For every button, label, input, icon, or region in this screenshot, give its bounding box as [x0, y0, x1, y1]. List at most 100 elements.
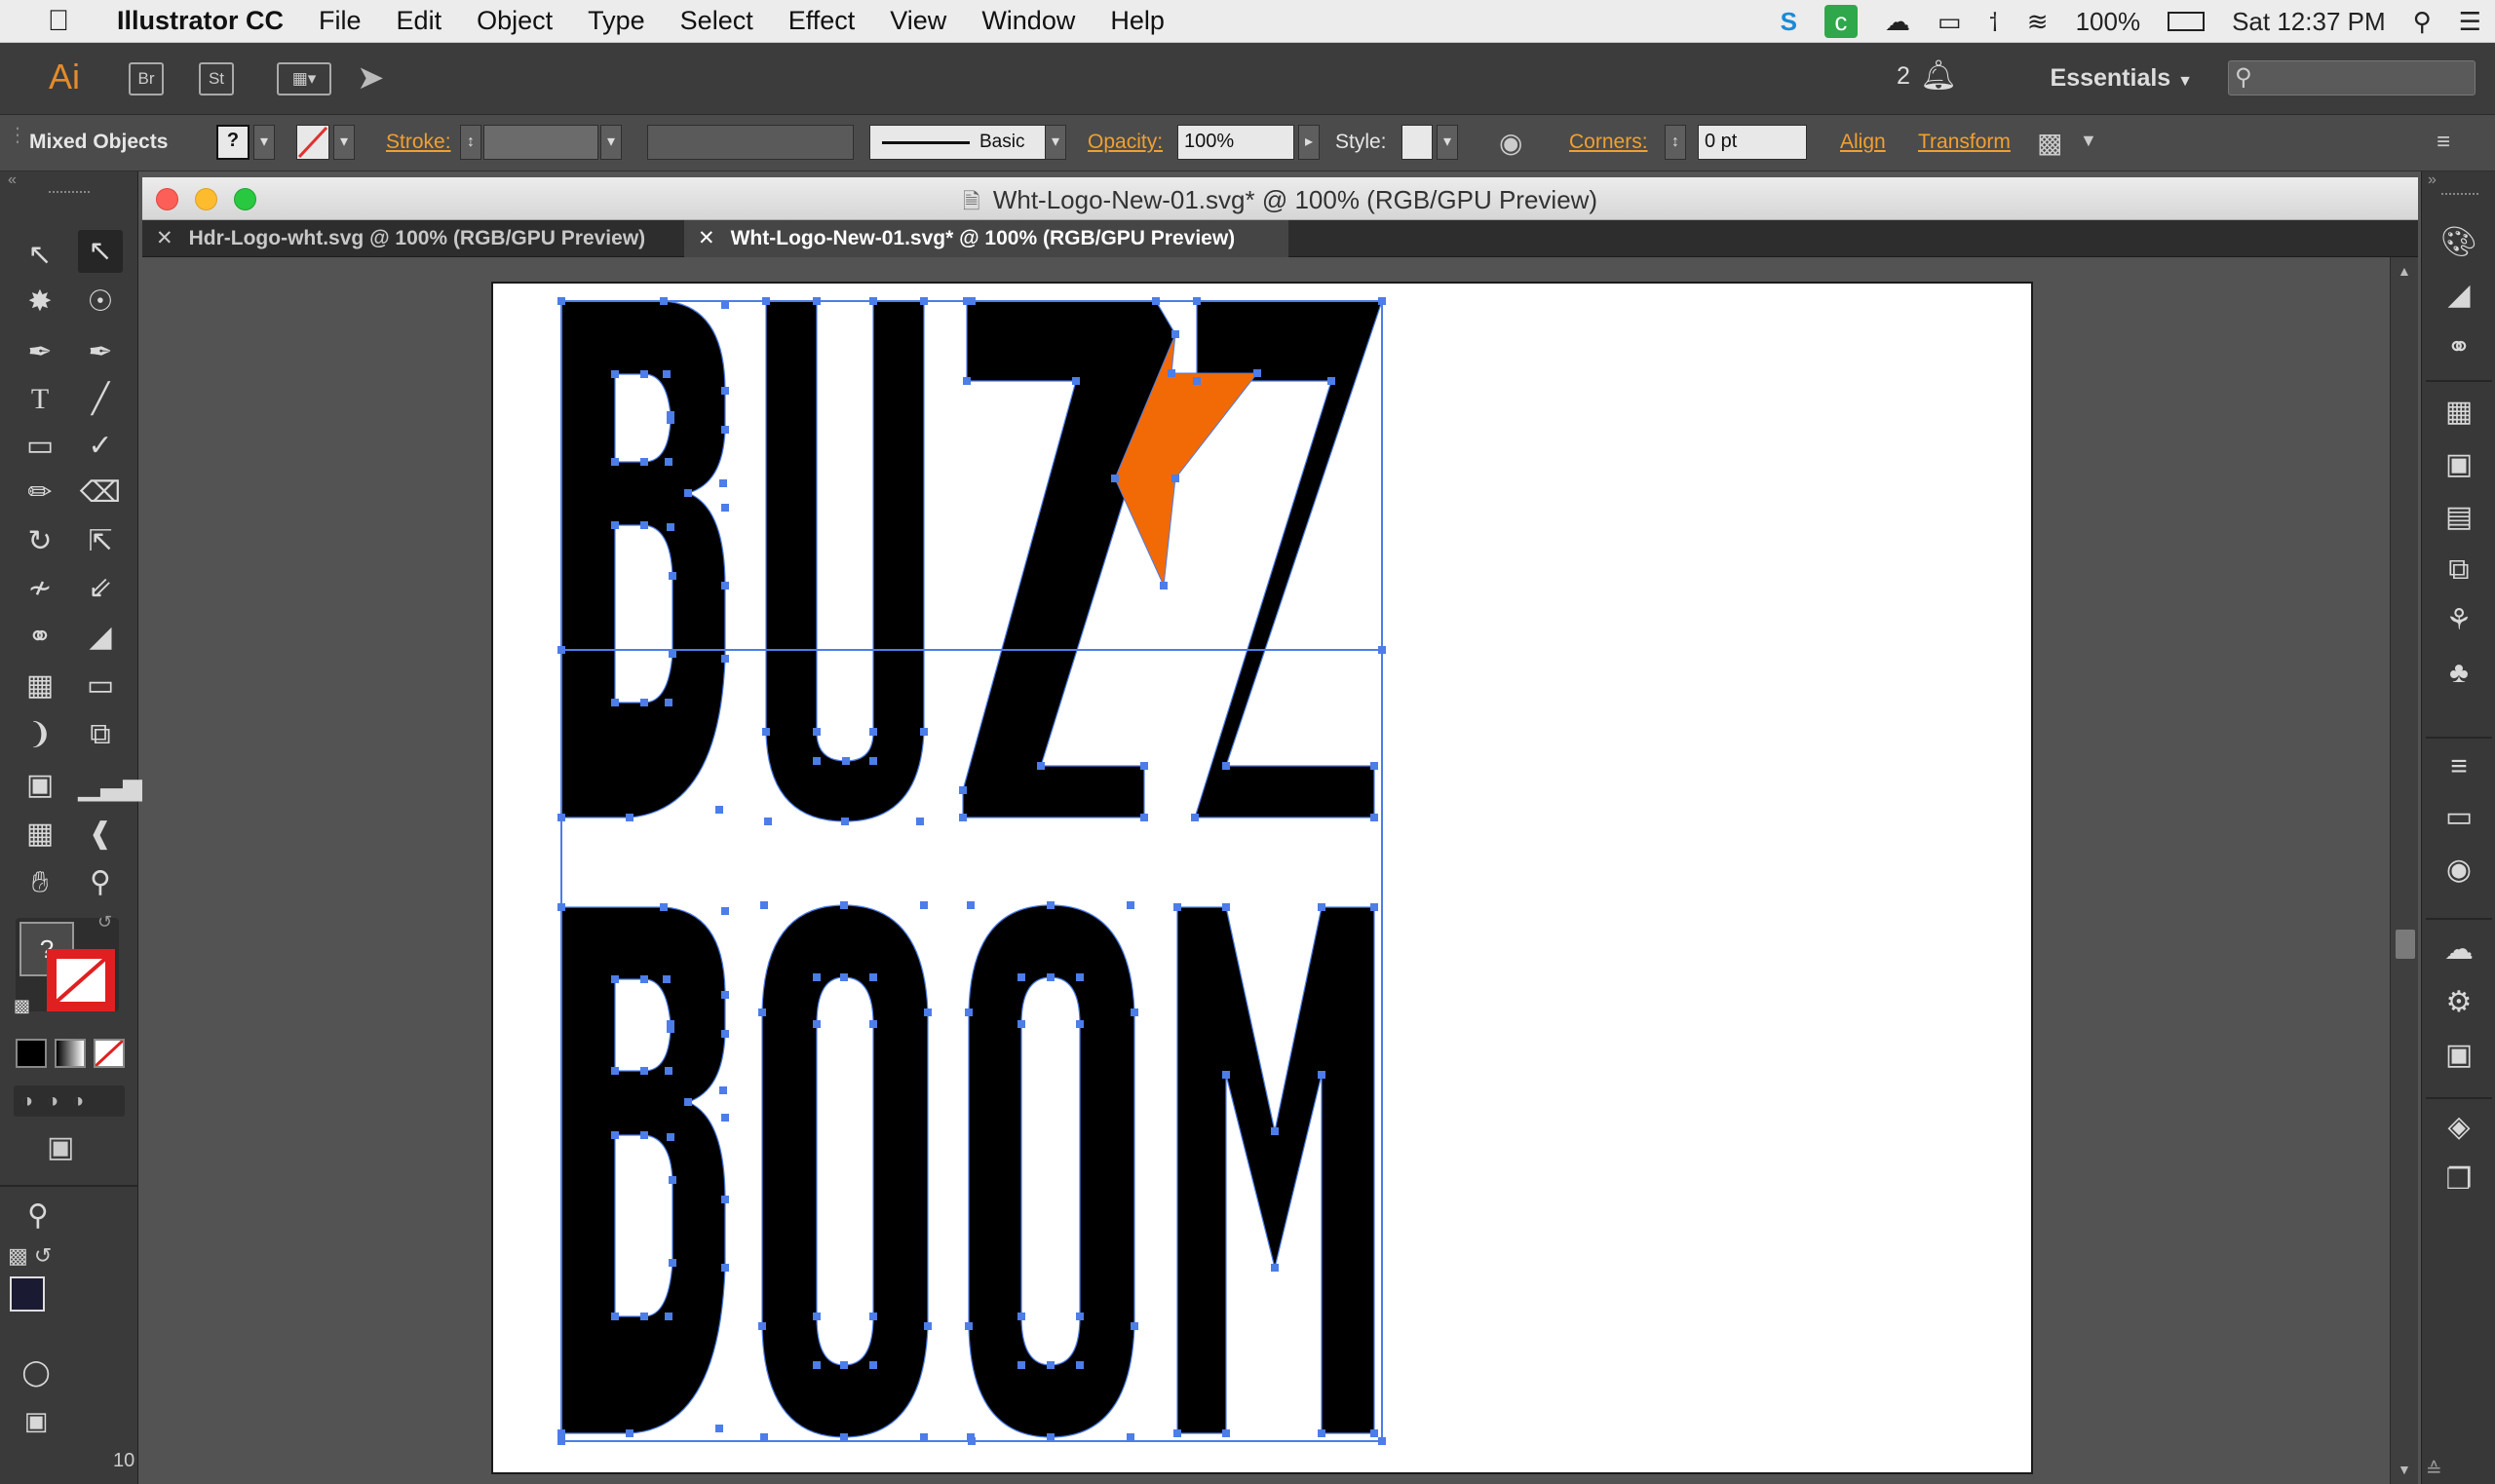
wifi-icon[interactable]: ≋: [2027, 7, 2049, 37]
stroke-label[interactable]: Stroke:: [386, 131, 451, 154]
stroke-color-dropdown[interactable]: ▾: [333, 125, 355, 160]
anchor-point[interactable]: [762, 297, 770, 305]
anchor-point[interactable]: [1378, 646, 1386, 654]
anchor-point[interactable]: [1193, 297, 1201, 305]
bluetooth-icon[interactable]: ⸶: [1988, 4, 1999, 39]
stock-button[interactable]: St: [199, 62, 234, 95]
anchor-point[interactable]: [611, 1313, 619, 1320]
anchor-point[interactable]: [869, 757, 877, 765]
anchor-point[interactable]: [813, 1313, 821, 1320]
fill-small-swatch[interactable]: [10, 1276, 45, 1312]
lasso-tool-icon[interactable]: ☉: [78, 281, 123, 323]
letters-group[interactable]: [560, 300, 1383, 1438]
letter-o-second[interactable]: [968, 904, 1135, 1438]
anchor-point[interactable]: [1173, 1429, 1181, 1437]
anchor-point[interactable]: [920, 1433, 928, 1441]
anchor-point[interactable]: [1076, 1313, 1084, 1320]
anchor-point[interactable]: [1222, 1429, 1230, 1437]
anchor-point[interactable]: [1222, 903, 1230, 911]
anchor-point[interactable]: [660, 297, 668, 305]
anchor-point[interactable]: [920, 728, 928, 736]
anchor-point[interactable]: [760, 1433, 768, 1441]
anchor-point[interactable]: [1318, 1429, 1325, 1437]
airplay-icon[interactable]: ▭: [1938, 7, 1962, 37]
anchor-point[interactable]: [640, 699, 648, 706]
variable-width-profile[interactable]: [647, 125, 854, 160]
anchor-point[interactable]: [813, 973, 821, 981]
pen-tool-icon[interactable]: ✒: [18, 331, 62, 374]
anchor-point[interactable]: [1017, 1361, 1025, 1369]
anchor-point[interactable]: [1127, 901, 1134, 909]
anchor-point[interactable]: [640, 1131, 648, 1139]
anchor-point[interactable]: [1127, 1433, 1134, 1441]
stroke-weight-field[interactable]: [483, 125, 598, 160]
menu-illustrator[interactable]: Illustrator CC: [117, 6, 284, 36]
anchor-point[interactable]: [869, 297, 877, 305]
mesh-tool-icon[interactable]: ▦: [18, 665, 62, 707]
selection-tool-icon[interactable]: ↖: [18, 234, 62, 277]
spotlight-icon[interactable]: ⚲: [2413, 7, 2432, 37]
asset-export-icon[interactable]: ❐: [2438, 1160, 2479, 1200]
anchor-point[interactable]: [764, 818, 772, 825]
menu-object[interactable]: Object: [477, 6, 553, 36]
anchor-point[interactable]: [813, 1361, 821, 1369]
anchor-point[interactable]: [813, 297, 821, 305]
anchor-point[interactable]: [715, 1425, 723, 1432]
anchor-point[interactable]: [721, 387, 729, 395]
letter-u[interactable]: [765, 300, 925, 822]
color-mode-button[interactable]: [16, 1039, 47, 1068]
anchor-point[interactable]: [611, 458, 619, 466]
collapse-toolbar-icon[interactable]: «: [8, 171, 17, 189]
anchor-point[interactable]: [1191, 814, 1199, 821]
brush-definition[interactable]: Basic: [869, 125, 1062, 160]
paintbrush-tool-icon[interactable]: ✓: [78, 425, 123, 468]
shape-builder-tool-icon[interactable]: ⚭: [18, 616, 62, 659]
anchor-point[interactable]: [840, 901, 848, 909]
artboard[interactable]: [491, 282, 2033, 1474]
tab-hdr-logo[interactable]: ✕ Hdr-Logo-wht.svg @ 100% (RGB/GPU Previe…: [142, 220, 672, 257]
scroll-down-icon[interactable]: ▼: [2398, 1462, 2411, 1477]
graphic-style-swatch[interactable]: [1401, 125, 1433, 160]
anchor-point[interactable]: [611, 370, 619, 378]
zoom-level-partial[interactable]: 10: [113, 1450, 134, 1472]
anchor-point[interactable]: [1152, 297, 1160, 305]
anchor-point[interactable]: [640, 370, 648, 378]
anchor-point[interactable]: [1131, 1322, 1138, 1330]
menu-view[interactable]: View: [890, 6, 946, 36]
appearance-panel-icon[interactable]: ☁: [2438, 930, 2479, 970]
anchor-point[interactable]: [924, 1008, 932, 1016]
anchor-point[interactable]: [667, 1025, 674, 1033]
anchor-point[interactable]: [1047, 901, 1055, 909]
bridge-button[interactable]: Br: [129, 62, 164, 95]
zoom-tool-icon[interactable]: ⚲: [78, 861, 123, 904]
anchor-point[interactable]: [721, 655, 729, 663]
eraser-tool-icon[interactable]: ⌫: [78, 472, 123, 514]
anchor-point[interactable]: [1017, 1020, 1025, 1028]
perspective-grid-tool-icon[interactable]: ◢: [78, 616, 123, 659]
anchor-point[interactable]: [813, 757, 821, 765]
tab-wht-logo[interactable]: ✕ Wht-Logo-New-01.svg* @ 100% (RGB/GPU Pr…: [684, 220, 1288, 257]
menu-file[interactable]: File: [319, 6, 362, 36]
scale-tool-icon[interactable]: ⇱: [78, 520, 123, 563]
anchor-point[interactable]: [924, 1322, 932, 1330]
anchor-point[interactable]: [1076, 973, 1084, 981]
anchor-point[interactable]: [1037, 762, 1045, 770]
anchor-point[interactable]: [869, 973, 877, 981]
letter-b-top[interactable]: [560, 300, 726, 818]
default-colors-small-icon[interactable]: ▩ ↺: [8, 1243, 52, 1269]
anchor-point[interactable]: [557, 903, 565, 911]
collapse-dock-icon[interactable]: »: [2428, 171, 2437, 189]
anchor-point[interactable]: [1047, 1433, 1055, 1441]
drawing-modes-group[interactable]: ◑◑◑: [14, 1085, 125, 1117]
anchor-point[interactable]: [813, 728, 821, 736]
anchor-point[interactable]: [1271, 1127, 1279, 1135]
anchor-point[interactable]: [841, 818, 849, 825]
anchor-point[interactable]: [965, 1322, 973, 1330]
anchor-point[interactable]: [640, 458, 648, 466]
free-transform-tool-icon[interactable]: ⇙: [78, 567, 123, 610]
clock[interactable]: Sat 12:37 PM: [2232, 7, 2386, 37]
opacity-arrow[interactable]: ▸: [1298, 125, 1320, 160]
column-graph-tool-icon[interactable]: ▁▃▅: [78, 764, 145, 807]
stroke-weight-dropdown[interactable]: ▾: [600, 125, 622, 160]
anchor-point[interactable]: [1222, 1071, 1230, 1079]
